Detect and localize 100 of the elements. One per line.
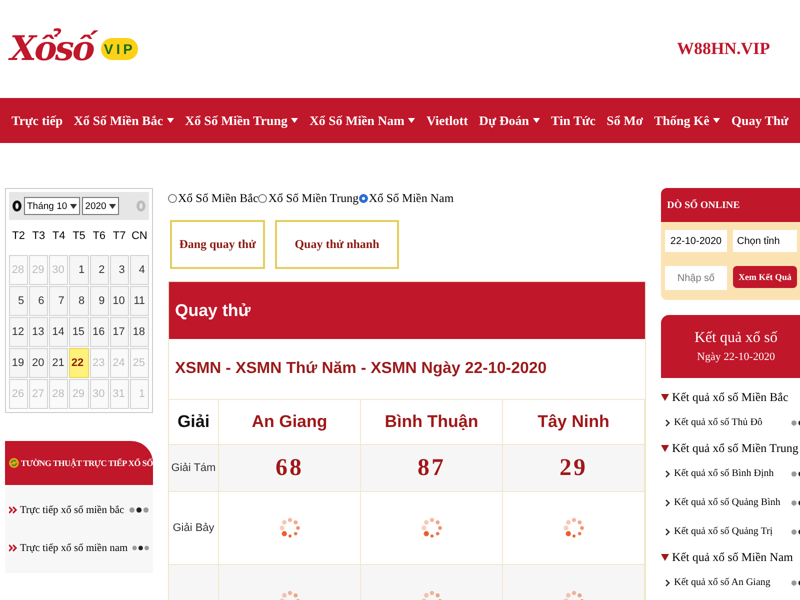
logo-badge: VIP <box>100 38 138 60</box>
calendar-day[interactable]: 18 <box>130 317 149 347</box>
calendar-day[interactable]: 3 <box>110 255 129 285</box>
down-triangle-icon[interactable] <box>661 444 669 452</box>
column-header: Tây Ninh <box>503 400 645 444</box>
calendar-day[interactable]: 6 <box>29 286 48 316</box>
radio-button[interactable] <box>358 194 368 202</box>
calendar-day[interactable]: 7 <box>49 286 68 316</box>
nav-item[interactable]: Quay Thử <box>731 112 788 128</box>
result-number: 87 <box>418 454 446 482</box>
previous-month-icon[interactable] <box>12 200 22 212</box>
weekday-label: T6 <box>92 229 107 244</box>
calendar-day[interactable]: 5 <box>9 286 28 316</box>
calendar-day[interactable]: 19 <box>9 348 28 378</box>
results-title: Kết quả xổ số <box>694 330 778 347</box>
double-chevron-icon <box>9 506 17 514</box>
nav-item[interactable]: Trực tiếp <box>12 112 63 128</box>
number-field[interactable]: Nhập số <box>665 266 727 290</box>
group-link[interactable]: Kết quả xổ số Miền Nam <box>672 550 793 564</box>
calendar-day[interactable]: 10 <box>110 286 129 316</box>
column-header: An Giang <box>219 400 361 444</box>
nav-item[interactable]: Xổ Số Miền Nam <box>310 112 416 128</box>
weekday-label: T5 <box>72 229 86 244</box>
loading-dots-icon <box>129 507 149 513</box>
loading-spinner-icon <box>562 517 584 539</box>
calendar-day[interactable]: 4 <box>130 255 149 285</box>
province-select[interactable]: Chọn tỉnh <box>733 230 797 252</box>
mode-button[interactable]: Quay thử nhanh <box>275 220 399 269</box>
chevron-icon <box>665 528 670 536</box>
result-link[interactable]: Kết quả xổ số Quảng Trị <box>674 526 773 537</box>
mode-button[interactable]: Đang quay thử <box>170 220 265 269</box>
date-field[interactable]: 22-10-2020 <box>665 230 727 252</box>
loading-spinner-icon <box>278 517 300 539</box>
result-link[interactable]: Kết quả xổ số Bình Định <box>674 468 774 479</box>
calendar-day[interactable]: 20 <box>29 348 48 378</box>
result-link[interactable]: Kết quả xổ số Quảng Bình <box>674 497 780 508</box>
caret-icon <box>167 118 174 123</box>
calendar-day[interactable]: 21 <box>49 348 68 378</box>
nav-item[interactable]: Sổ Mơ <box>606 112 644 128</box>
month-select[interactable]: Tháng 10 <box>24 197 80 215</box>
radio-button[interactable] <box>168 194 177 202</box>
live-panel-title: TƯỜNG THUẬT TRỰC TIẾP XỔ SỐ <box>20 458 153 468</box>
weekday-label: T3 <box>31 229 46 244</box>
nav-item[interactable]: Dự Đoán <box>478 112 540 128</box>
radio-label[interactable]: Xổ Số Miền Bắc <box>178 190 258 206</box>
panel-title: DÒ SỐ ONLINE <box>661 188 800 222</box>
nav-item[interactable]: Vietlott <box>426 112 468 128</box>
down-triangle-icon[interactable] <box>661 554 669 560</box>
chevron-icon <box>665 498 670 506</box>
nav-item[interactable]: Xổ Số Miền Bắc <box>74 112 174 128</box>
down-triangle-icon[interactable] <box>661 394 669 400</box>
calendar-day[interactable]: 13 <box>29 317 48 347</box>
calendar-day[interactable]: 9 <box>90 286 109 316</box>
calendar-day[interactable]: 12 <box>9 317 28 347</box>
calendar-day[interactable]: 2 <box>90 255 109 285</box>
calendar-day[interactable]: 16 <box>90 317 109 347</box>
column-header: Giải <box>169 400 219 444</box>
radio-button[interactable] <box>258 194 268 202</box>
radio-label[interactable]: Xổ Số Miền Nam <box>368 190 454 206</box>
calendar-day[interactable]: 17 <box>110 317 129 347</box>
live-link[interactable]: Trực tiếp xổ số miền bắc <box>20 504 124 516</box>
nav-item[interactable]: Thống Kê <box>654 112 720 128</box>
radio-label[interactable]: Xổ Số Miền Trung <box>268 190 359 206</box>
column-header: Bình Thuận <box>361 400 503 444</box>
weekday-label: T7 <box>112 229 127 244</box>
calendar-day[interactable]: 1 <box>69 255 89 285</box>
caret-icon <box>70 204 78 208</box>
nav-item[interactable]: Xổ Số Miền Trung <box>185 112 298 128</box>
view-results-button[interactable]: Xem Kết Quả <box>733 266 797 288</box>
panel-title: Quay thử <box>169 282 645 339</box>
chevron-icon <box>665 418 670 426</box>
results-date: Ngày 22-10-2020 <box>697 351 775 363</box>
result-link[interactable]: Kết quả xổ số An Giang <box>674 577 770 588</box>
result-number: 68 <box>276 454 304 482</box>
refresh-icon <box>9 458 19 468</box>
double-chevron-icon <box>9 544 17 552</box>
loading-spinner-icon <box>420 517 442 539</box>
calendar-day[interactable]: 8 <box>69 286 89 316</box>
weekday-label: CN <box>130 229 148 244</box>
caret-icon <box>408 118 416 123</box>
calendar-day[interactable]: 11 <box>130 286 149 316</box>
results-heading: XSMN - XSMN Thứ Năm - XSMN Ngày 22-10-2020 <box>169 339 645 400</box>
caret-icon <box>713 118 720 123</box>
chevron-icon <box>665 578 670 586</box>
calendar-day[interactable]: 14 <box>49 317 68 347</box>
site-link[interactable]: W88HN.VIP <box>676 39 770 59</box>
caret-icon <box>291 118 298 123</box>
result-link[interactable]: Kết quả xổ số Thủ Đô <box>674 417 762 428</box>
year-select[interactable]: 2020 <box>82 197 120 215</box>
nav-item[interactable]: Tin Tức <box>551 112 596 128</box>
loading-dots-icon <box>132 545 149 551</box>
chevron-icon <box>665 470 670 478</box>
logo-text[interactable]: Xổsố <box>8 24 99 74</box>
live-link[interactable]: Trực tiếp xổ số miền nam <box>20 542 128 554</box>
group-link[interactable]: Kết quả xổ số Miền Trung <box>672 440 798 456</box>
prize-label: Giải Bảy <box>172 522 214 534</box>
calendar-day[interactable]: 15 <box>69 317 89 347</box>
calendar-day[interactable]: 22 <box>69 348 89 378</box>
group-link[interactable]: Kết quả xổ số Miền Bắc <box>672 390 788 404</box>
caret-icon <box>533 118 540 123</box>
